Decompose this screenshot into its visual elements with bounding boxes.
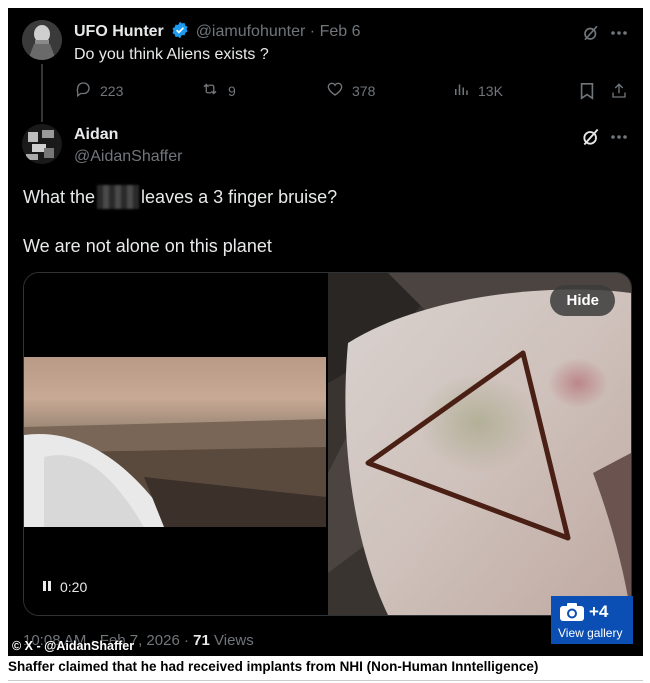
reply-views-label: Views bbox=[214, 632, 254, 649]
separator-dot: · bbox=[309, 23, 316, 40]
reply-text-start: What the bbox=[23, 187, 96, 207]
verified-badge-icon bbox=[171, 21, 189, 44]
reply-author-name[interactable]: Aidan bbox=[74, 126, 118, 144]
bruise-photo[interactable]: Hide bbox=[328, 273, 631, 615]
tweet-date[interactable]: Feb 6 bbox=[320, 23, 361, 40]
video-status[interactable]: 0:20 bbox=[42, 579, 87, 595]
video-frame-arm bbox=[24, 357, 326, 527]
reply-count: 223 bbox=[100, 82, 124, 99]
media-container: 0:20 Hide bbox=[23, 272, 632, 616]
thread-line bbox=[41, 64, 43, 122]
camera-icon bbox=[559, 602, 585, 627]
like-action[interactable]: 378 bbox=[326, 80, 375, 101]
tweet-text: Do you think Aliens exists ? bbox=[74, 46, 269, 63]
reply-text-end: leaves a 3 finger bruise? bbox=[141, 187, 338, 207]
aidan-avatar[interactable] bbox=[22, 124, 62, 164]
repost-count: 9 bbox=[228, 82, 236, 99]
more-options-icon[interactable] bbox=[608, 22, 630, 44]
grok-icon-reply[interactable] bbox=[580, 126, 602, 148]
reply-icon bbox=[74, 80, 92, 101]
reply-author-handle[interactable]: @AidanShaffer bbox=[74, 148, 182, 166]
repost-icon bbox=[200, 80, 220, 101]
bookmark-icon[interactable] bbox=[576, 80, 598, 102]
photo-credit: © X - @AidanShaffer bbox=[12, 639, 135, 653]
heart-icon bbox=[326, 80, 344, 101]
article-caption: Shaffer claimed that he had received imp… bbox=[8, 659, 539, 674]
video-time: 0:20 bbox=[60, 579, 88, 595]
author-name[interactable]: UFO Hunter bbox=[74, 23, 164, 40]
hide-button[interactable]: Hide bbox=[550, 285, 615, 316]
pause-icon[interactable] bbox=[42, 579, 52, 595]
screenshot-frame: UFO Hunter @iamufohunter · Feb 6 Do you … bbox=[8, 8, 643, 656]
like-count: 378 bbox=[352, 82, 376, 99]
views-action[interactable]: 13K bbox=[452, 80, 503, 101]
view-gallery-button[interactable]: +4 View gallery bbox=[551, 596, 633, 644]
censored-word-blur bbox=[97, 185, 140, 209]
repost-action[interactable]: 9 bbox=[200, 80, 236, 101]
more-options-icon-reply[interactable] bbox=[608, 126, 630, 148]
share-icon[interactable] bbox=[608, 80, 630, 102]
author-handle[interactable]: @iamufohunter bbox=[196, 23, 306, 40]
grok-icon[interactable] bbox=[580, 22, 602, 44]
reply-action[interactable]: 223 bbox=[74, 80, 123, 101]
caption-divider bbox=[8, 680, 643, 681]
gallery-count: +4 bbox=[589, 602, 609, 621]
reply-views-count: 71 bbox=[193, 632, 210, 649]
video-player[interactable]: 0:20 bbox=[24, 273, 326, 615]
analytics-icon bbox=[452, 80, 470, 101]
ufo-hunter-avatar[interactable] bbox=[22, 20, 62, 60]
views-count: 13K bbox=[478, 82, 503, 99]
reply-text-line2: We are not alone on this planet bbox=[23, 236, 272, 256]
gallery-label: View gallery bbox=[558, 626, 623, 640]
